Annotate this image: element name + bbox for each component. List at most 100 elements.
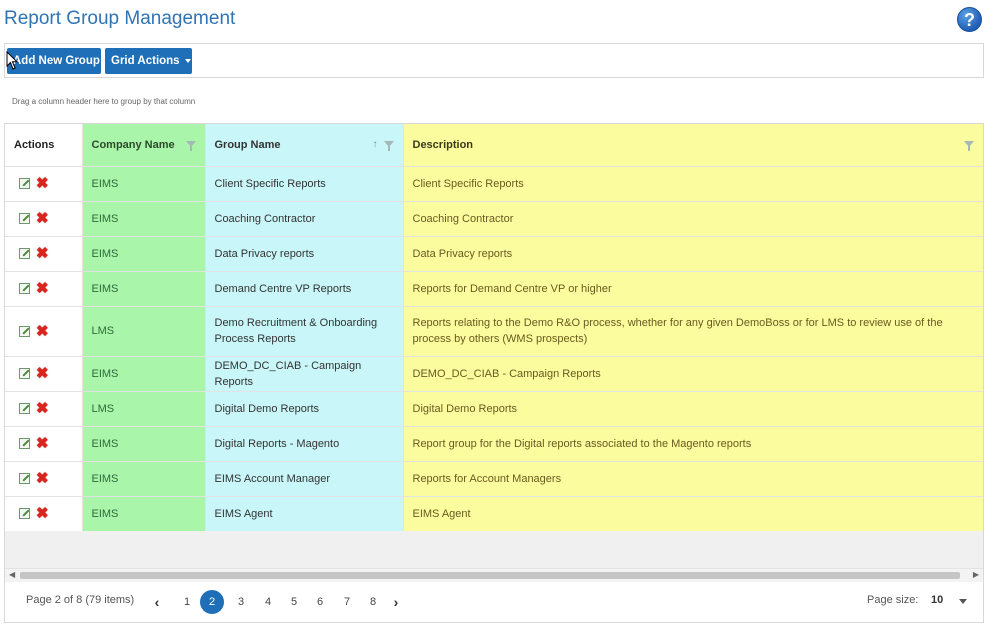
cell-company-name: LMS: [82, 391, 206, 427]
delete-icon[interactable]: ✖: [36, 324, 49, 339]
scrollbar-thumb[interactable]: [20, 572, 960, 579]
add-new-group-button[interactable]: Add New Group: [7, 48, 101, 74]
delete-icon[interactable]: ✖: [36, 436, 49, 451]
column-header-description[interactable]: Description: [403, 124, 983, 167]
page-number-7[interactable]: 7: [336, 591, 358, 613]
column-header-label: Company Name: [91, 138, 175, 151]
cell-company-name: EIMS: [82, 166, 206, 202]
cell-group-name: EIMS Account Manager: [205, 461, 404, 497]
column-header-actions: Actions: [5, 124, 83, 167]
cell-group-name: Data Privacy reports: [205, 236, 404, 272]
page-size-select[interactable]: 10: [931, 594, 943, 606]
delete-icon[interactable]: ✖: [36, 471, 49, 486]
edit-icon[interactable]: [19, 213, 30, 225]
cell-group-name: Digital Reports - Magento: [205, 426, 404, 462]
cell-description: Reports relating to the Demo R&O process…: [403, 306, 983, 357]
cell-group-name: Digital Demo Reports: [205, 391, 404, 427]
pager-info: Page 2 of 8 (79 items): [26, 594, 135, 606]
cell-company-name: EIMS: [82, 426, 206, 462]
row-actions: ✖: [5, 391, 83, 427]
page-number-8[interactable]: 8: [362, 591, 384, 613]
delete-icon[interactable]: ✖: [36, 506, 49, 521]
report-groups-grid: Actions Company Name Group Name ↑ Descrip…: [4, 123, 984, 623]
page-number-6[interactable]: 6: [309, 591, 331, 613]
table-row[interactable]: ✖ LMS Digital Demo Reports Digital Demo Rep…: [5, 391, 983, 427]
filter-icon[interactable]: [383, 141, 394, 152]
cell-description: EIMS Agent: [403, 496, 983, 532]
row-actions: ✖: [5, 201, 83, 237]
help-icon[interactable]: ?: [957, 7, 982, 32]
toolbar: Add New Group Grid Actions: [4, 43, 984, 78]
add-new-group-label: Add New Group: [13, 55, 100, 67]
delete-icon[interactable]: ✖: [36, 246, 49, 261]
row-actions: ✖: [5, 271, 83, 307]
cell-group-name: EIMS Agent: [205, 496, 404, 532]
scroll-left-icon[interactable]: ◀: [9, 570, 15, 579]
page-number-3[interactable]: 3: [230, 591, 252, 613]
edit-icon[interactable]: [19, 508, 30, 520]
cell-description: Report group for the Digital reports ass…: [403, 426, 983, 462]
cell-description: Data Privacy reports: [403, 236, 983, 272]
group-by-hint: Drag a column header here to group by th…: [12, 97, 196, 106]
row-actions: ✖: [5, 356, 83, 392]
prev-page-icon[interactable]: ‹: [146, 591, 168, 613]
edit-icon[interactable]: [19, 368, 30, 380]
column-header-company-name[interactable]: Company Name: [82, 124, 206, 167]
filter-icon[interactable]: [964, 141, 974, 152]
table-row[interactable]: ✖ EIMS Client Specific Reports Client Speci…: [5, 166, 983, 202]
column-header-label: Group Name: [214, 138, 281, 151]
table-row[interactable]: ✖ LMS Demo Recruitment & Onboarding Proces…: [5, 306, 983, 357]
page-title: Report Group Management: [4, 8, 236, 29]
table-row[interactable]: ✖ EIMS Coaching Contractor Coaching Contrac…: [5, 201, 983, 237]
table-row[interactable]: ✖ EIMS DEMO_DC_CIAB - Campaign Reports DEMO…: [5, 356, 983, 392]
page-number-1[interactable]: 1: [176, 591, 198, 613]
page-number-2[interactable]: 2: [200, 590, 224, 614]
row-actions: ✖: [5, 461, 83, 497]
caret-down-icon: [184, 58, 191, 63]
delete-icon[interactable]: ✖: [36, 211, 49, 226]
delete-icon[interactable]: ✖: [36, 176, 49, 191]
filter-icon[interactable]: [185, 141, 196, 152]
page-size-label: Page size:: [867, 594, 919, 606]
sort-asc-icon: ↑: [372, 138, 378, 150]
cell-group-name: Demo Recruitment & Onboarding Process Re…: [205, 306, 404, 357]
edit-icon[interactable]: [19, 438, 30, 450]
column-header-label: Actions: [14, 138, 55, 151]
pager: Page 2 of 8 (79 items) ‹ 12345678 › Page…: [5, 582, 983, 622]
scroll-right-icon[interactable]: ▶: [973, 570, 979, 579]
table-row[interactable]: ✖ EIMS Demand Centre VP Reports Reports for…: [5, 271, 983, 307]
chevron-down-icon[interactable]: [959, 599, 967, 604]
edit-icon[interactable]: [19, 325, 30, 337]
cell-description: Reports for Account Managers: [403, 461, 983, 497]
column-header-group-name[interactable]: Group Name ↑: [205, 124, 404, 167]
cell-group-name: Client Specific Reports: [205, 166, 404, 202]
cell-company-name: EIMS: [82, 496, 206, 532]
delete-icon[interactable]: ✖: [36, 281, 49, 296]
edit-icon[interactable]: [19, 283, 30, 295]
edit-icon[interactable]: [19, 248, 30, 260]
table-row[interactable]: ✖ EIMS EIMS Agent EIMS Agent: [5, 496, 983, 532]
horizontal-scrollbar[interactable]: ◀ ▶: [5, 568, 983, 583]
page-number-5[interactable]: 5: [283, 591, 305, 613]
cell-description: DEMO_DC_CIAB - Campaign Reports: [403, 356, 983, 392]
row-actions: ✖: [5, 306, 83, 357]
table-row[interactable]: ✖ EIMS Digital Reports - Magento Report gro…: [5, 426, 983, 462]
mouse-cursor-icon: [6, 51, 19, 70]
row-actions: ✖: [5, 426, 83, 462]
next-page-icon[interactable]: ›: [385, 591, 407, 613]
cell-group-name: Coaching Contractor: [205, 201, 404, 237]
row-actions: ✖: [5, 236, 83, 272]
delete-icon[interactable]: ✖: [36, 401, 49, 416]
edit-icon[interactable]: [19, 178, 30, 190]
edit-icon[interactable]: [19, 403, 30, 415]
cell-company-name: EIMS: [82, 236, 206, 272]
page-number-4[interactable]: 4: [257, 591, 279, 613]
grid-empty-area: [5, 531, 983, 568]
cell-company-name: EIMS: [82, 201, 206, 237]
cell-description: Coaching Contractor: [403, 201, 983, 237]
grid-actions-button[interactable]: Grid Actions: [105, 48, 192, 74]
edit-icon[interactable]: [19, 473, 30, 485]
table-row[interactable]: ✖ EIMS Data Privacy reports Data Privacy re…: [5, 236, 983, 272]
delete-icon[interactable]: ✖: [36, 366, 49, 381]
table-row[interactable]: ✖ EIMS EIMS Account Manager Reports for Acc…: [5, 461, 983, 497]
